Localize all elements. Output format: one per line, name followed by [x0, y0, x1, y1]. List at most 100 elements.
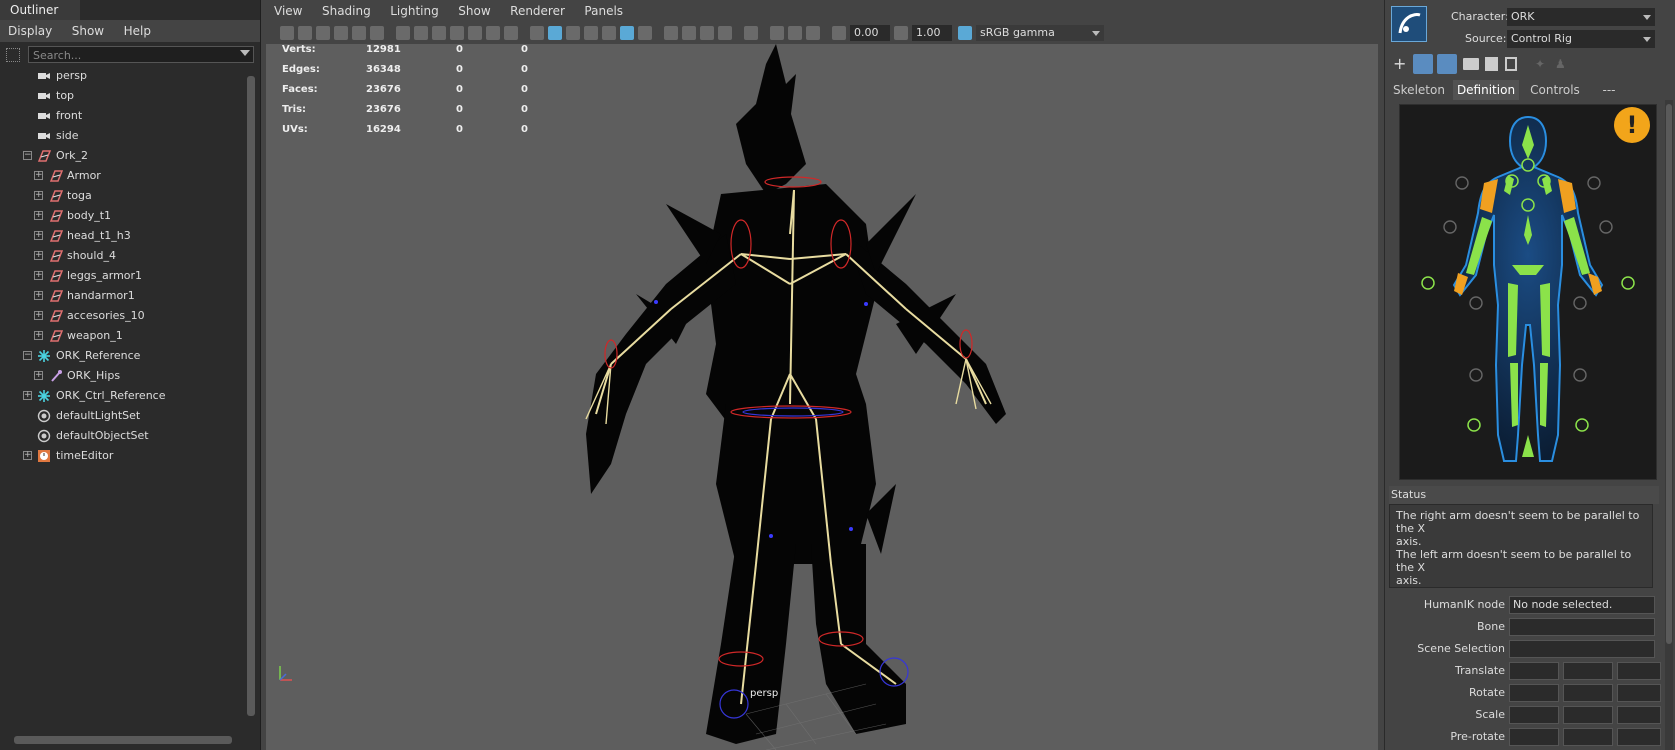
expand-icon[interactable]: +: [34, 371, 43, 380]
collapse-icon[interactable]: −: [23, 351, 32, 360]
character-model[interactable]: [266, 44, 1378, 750]
xray-active-icon[interactable]: [788, 26, 802, 40]
expand-icon[interactable]: +: [34, 271, 43, 280]
screen-space-ao-icon[interactable]: [664, 26, 678, 40]
grease-pencil-icon[interactable]: [370, 26, 384, 40]
expand-icon[interactable]: +: [34, 251, 43, 260]
gamma-field[interactable]: 1.00: [912, 25, 952, 41]
smooth-shade-icon[interactable]: [548, 26, 562, 40]
expand-icon[interactable]: +: [23, 451, 32, 460]
3d-viewport[interactable]: Verts: 12981 0 0 Edges: 36348 0 0 Faces:…: [266, 44, 1378, 750]
xray-icon[interactable]: [770, 26, 784, 40]
expand-icon[interactable]: +: [34, 191, 43, 200]
list-item[interactable]: + should_4: [0, 246, 246, 266]
menu-shading[interactable]: Shading: [314, 0, 379, 22]
tab-more[interactable]: ---: [1591, 80, 1627, 100]
prerotate-x-field[interactable]: [1509, 728, 1559, 746]
wireframe-on-shaded-icon[interactable]: [584, 26, 598, 40]
shadows-icon[interactable]: [638, 26, 652, 40]
film-gate-icon[interactable]: [414, 26, 428, 40]
lights-icon[interactable]: [620, 26, 634, 40]
resolution-gate-icon[interactable]: [432, 26, 446, 40]
gamma-icon[interactable]: [894, 26, 908, 40]
delete-icon[interactable]: [1505, 57, 1517, 71]
gate-mask-icon[interactable]: [450, 26, 464, 40]
list-item[interactable]: + handarmor1: [0, 286, 246, 306]
list-item[interactable]: persp: [0, 66, 246, 86]
prerotate-z-field[interactable]: [1617, 728, 1661, 746]
chevron-down-icon[interactable]: [240, 50, 250, 56]
isolate-select-icon[interactable]: [744, 26, 758, 40]
expand-icon[interactable]: +: [34, 291, 43, 300]
list-item[interactable]: + toga: [0, 186, 246, 206]
expand-icon[interactable]: +: [34, 171, 43, 180]
scale-z-field[interactable]: [1617, 706, 1661, 724]
menu-lighting[interactable]: Lighting: [382, 0, 447, 22]
expand-icon[interactable]: +: [34, 311, 43, 320]
skeleton-icon[interactable]: [1437, 54, 1457, 74]
xray-joints-icon[interactable]: [806, 26, 820, 40]
menu-show[interactable]: Show: [64, 20, 112, 42]
menu-view[interactable]: View: [266, 0, 310, 22]
bookmark-icon[interactable]: [316, 26, 330, 40]
list-item[interactable]: − Ork_2: [0, 146, 246, 166]
expand-icon[interactable]: +: [34, 331, 43, 340]
safe-title-icon[interactable]: [504, 26, 518, 40]
humanik-figure[interactable]: !: [1400, 105, 1656, 479]
list-item[interactable]: + timeEditor: [0, 446, 246, 466]
list-item[interactable]: defaultLightSet: [0, 406, 246, 426]
mirror-icon[interactable]: ✦: [1535, 57, 1547, 71]
list-item[interactable]: defaultObjectSet: [0, 426, 246, 446]
translate-z-field[interactable]: [1617, 662, 1661, 680]
rotate-x-field[interactable]: [1509, 684, 1559, 702]
textured-icon[interactable]: [602, 26, 616, 40]
lock-camera-icon[interactable]: [298, 26, 312, 40]
character-select[interactable]: ORK: [1507, 8, 1655, 26]
chevron-down-icon[interactable]: [1092, 31, 1100, 36]
tab-definition[interactable]: Definition: [1453, 80, 1519, 100]
scene-selection-field[interactable]: [1509, 640, 1655, 658]
expand-icon[interactable]: +: [34, 211, 43, 220]
menu-help[interactable]: Help: [116, 20, 159, 42]
menu-panels[interactable]: Panels: [576, 0, 631, 22]
filter-icon[interactable]: [6, 48, 20, 62]
grid-icon[interactable]: [396, 26, 410, 40]
list-item[interactable]: − ORK_Reference: [0, 346, 246, 366]
character-definition-view[interactable]: !: [1399, 104, 1657, 480]
colorspace-select[interactable]: sRGB gamma: [976, 25, 1104, 41]
search-input[interactable]: Search...: [28, 46, 254, 63]
rotate-z-field[interactable]: [1617, 684, 1661, 702]
outliner-vertical-scrollbar[interactable]: [246, 66, 256, 728]
2d-pan-icon[interactable]: [352, 26, 366, 40]
multisample-aa-icon[interactable]: [700, 26, 714, 40]
list-item[interactable]: + accesories_10: [0, 306, 246, 326]
menu-renderer[interactable]: Renderer: [502, 0, 573, 22]
scale-y-field[interactable]: [1563, 706, 1613, 724]
exposure-field[interactable]: 0.00: [850, 25, 890, 41]
chevron-down-icon[interactable]: [1643, 15, 1651, 20]
list-item[interactable]: + head_t1_h3: [0, 226, 246, 246]
collapse-icon[interactable]: −: [23, 151, 32, 160]
humanik-logo-icon[interactable]: [1391, 6, 1427, 42]
outliner-horizontal-scrollbar[interactable]: [0, 734, 246, 746]
scale-x-field[interactable]: [1509, 706, 1559, 724]
menu-display[interactable]: Display: [0, 20, 60, 42]
bone-field[interactable]: [1509, 618, 1655, 636]
figure-icon[interactable]: ♟: [1555, 57, 1567, 71]
scroll-thumb[interactable]: [14, 736, 232, 744]
image-plane-icon[interactable]: [334, 26, 348, 40]
scroll-thumb[interactable]: [1666, 104, 1672, 644]
expand-icon[interactable]: +: [23, 391, 32, 400]
translate-y-field[interactable]: [1563, 662, 1613, 680]
humanik-scrollbar[interactable]: [1665, 100, 1673, 750]
default-material-icon[interactable]: [566, 26, 580, 40]
humanik-node-field[interactable]: No node selected.: [1509, 596, 1655, 614]
tab-skeleton[interactable]: Skeleton: [1389, 80, 1449, 100]
list-item[interactable]: + Armor: [0, 166, 246, 186]
add-icon[interactable]: +: [1393, 56, 1409, 72]
field-chart-icon[interactable]: [468, 26, 482, 40]
save-icon[interactable]: [1485, 57, 1498, 71]
color-management-icon[interactable]: [958, 26, 972, 40]
expand-icon[interactable]: +: [34, 231, 43, 240]
list-item[interactable]: top: [0, 86, 246, 106]
